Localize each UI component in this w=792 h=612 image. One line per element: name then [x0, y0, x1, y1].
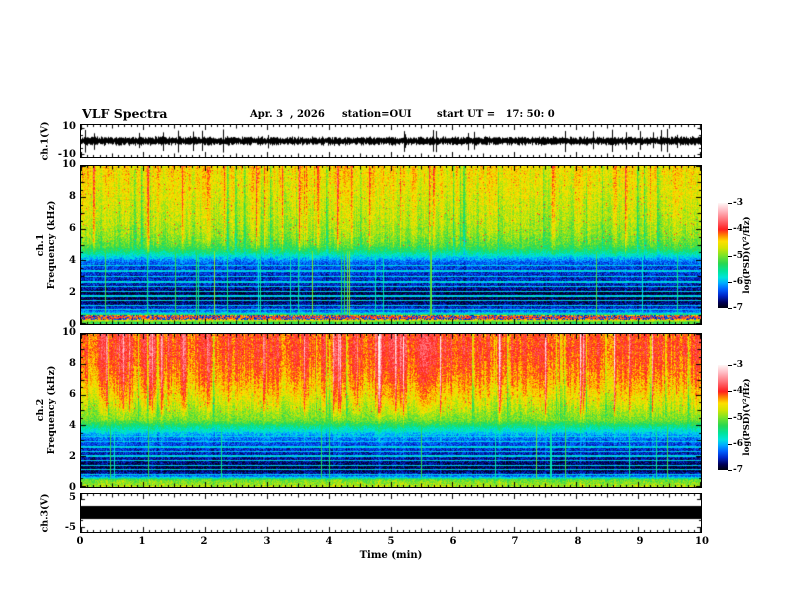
y-tick-label-ch2-spec: 8: [69, 358, 76, 369]
y-tick-label-ch3-wave: -5: [64, 522, 76, 533]
ch1-waveform-panel: [80, 124, 702, 158]
ch2-colorbar-label: log(PSD)(V²/Hz): [742, 378, 753, 456]
ch3-waveform-panel: [80, 493, 702, 533]
vlf-spectra-figure: VLF Spectra Apr. 3 , 2026 station=OUI st…: [0, 0, 792, 612]
y-tick-label-ch1-spec: 8: [69, 191, 76, 202]
colorbar-tick-label: -4: [733, 224, 743, 234]
colorbar-tick: [728, 444, 732, 445]
colorbar-tick: [728, 256, 732, 257]
colorbar-tick: [728, 229, 732, 230]
colorbar-tick-label: -6: [733, 439, 743, 449]
colorbar-tick-label: -5: [733, 251, 743, 261]
y-tick-label-ch2-spec: 4: [69, 420, 76, 431]
y-tick-label-ch1-spec: 2: [69, 287, 76, 298]
ch1-waveform-plot: [81, 125, 701, 157]
ch1-spectrogram-plot: [81, 166, 701, 324]
x-tick-label: 5: [387, 536, 395, 547]
ch1-frequency-axis-label: ch.1 Frequency (kHz): [35, 200, 58, 290]
colorbar-tick-label: -3: [733, 198, 743, 208]
ch1-spectrogram-panel: [80, 165, 702, 325]
colorbar-tick: [728, 282, 732, 283]
x-tick-label: 9: [636, 536, 644, 547]
y-tick-label-ch1-spec: 6: [69, 223, 76, 234]
station-label: station=OUI: [342, 109, 412, 120]
colorbar-tick-label: -6: [733, 277, 743, 287]
y-tick-label-ch2-spec: 2: [69, 451, 76, 462]
ch2-frequency-axis-label: ch.2 Frequency (kHz): [35, 365, 58, 455]
colorbar-tick-label: -4: [733, 386, 743, 396]
colorbar-tick: [728, 391, 732, 392]
y-tick-label-ch1-spec: 10: [62, 159, 76, 170]
colorbar-tick: [728, 308, 732, 309]
x-tick-label: 8: [574, 536, 582, 547]
y-tick-label-ch1-spec: 4: [69, 255, 76, 266]
y-tick-label-ch3-wave: 5: [69, 492, 76, 503]
y-tick-label-ch2-spec: 6: [69, 389, 76, 400]
ch2-colorbar: [718, 365, 728, 470]
colorbar-tick: [728, 365, 732, 366]
date-label: Apr. 3 , 2026: [250, 109, 325, 120]
x-tick-label: 7: [511, 536, 519, 547]
colorbar-tick-label: -3: [733, 360, 743, 370]
ch1-colorbar: [718, 203, 728, 308]
colorbar-tick-label: -5: [733, 413, 743, 423]
ch1-colorbar-label: log(PSD)(V²/Hz): [742, 216, 753, 294]
x-tick-label: 2: [200, 536, 208, 547]
x-tick-label: 1: [138, 536, 146, 547]
x-tick-label: 4: [325, 536, 333, 547]
colorbar-tick: [728, 418, 732, 419]
y-tick-label-ch1-wave: 10: [62, 121, 76, 132]
x-tick-label: 10: [695, 536, 709, 547]
x-tick-label: 0: [76, 536, 84, 547]
ch2-spectrogram-plot: [81, 334, 701, 487]
start-ut-label: start UT = 17: 50: 0: [437, 109, 555, 120]
colorbar-tick: [728, 203, 732, 204]
y-tick-label-ch2-spec: 10: [62, 327, 76, 338]
figure-title: VLF Spectra: [82, 106, 168, 121]
x-tick-label: 6: [449, 536, 457, 547]
ch2-spectrogram-panel: [80, 333, 702, 488]
time-axis-label: Time (min): [359, 550, 423, 561]
colorbar-tick-label: -7: [733, 303, 743, 313]
ch1-frequency-axis-label-line2: Frequency (kHz): [46, 200, 57, 290]
colorbar-tick-label: -7: [733, 465, 743, 475]
x-tick-label: 3: [263, 536, 271, 547]
ch3-waveform-plot: [81, 494, 701, 532]
colorbar-tick: [728, 470, 732, 471]
ch2-frequency-axis-label-line2: Frequency (kHz): [46, 365, 57, 455]
